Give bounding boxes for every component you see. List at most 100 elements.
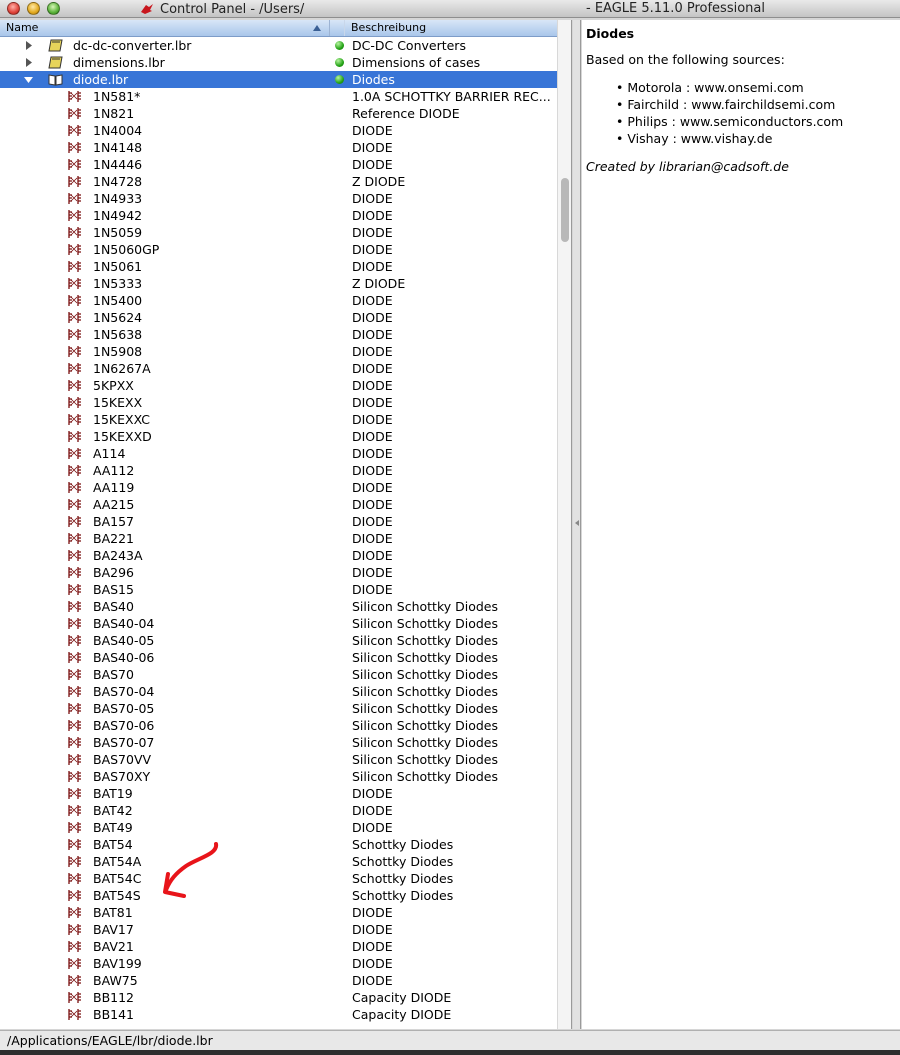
tree-row-device[interactable]: 1N581* 1.0A SCHOTTKY BARRIER REC... <box>0 88 557 105</box>
tree-row-device[interactable]: BAV199 DIODE <box>0 955 557 972</box>
device-name: BAS70VV <box>93 752 152 767</box>
device-description: Silicon Schottky Diodes <box>352 752 498 767</box>
device-icon <box>68 788 81 799</box>
tree-row-device[interactable]: AA215 DIODE <box>0 496 557 513</box>
device-icon <box>68 941 81 952</box>
device-name: BAV199 <box>93 956 142 971</box>
tree-row-device[interactable]: BAS40-05 Silicon Schottky Diodes <box>0 632 557 649</box>
close-window-button[interactable] <box>7 2 20 15</box>
device-description: DIODE <box>352 786 393 801</box>
tree-row-device[interactable]: 15KEXX DIODE <box>0 394 557 411</box>
tree-row-device[interactable]: BAV21 DIODE <box>0 938 557 955</box>
column-header-description[interactable]: Beschreibung <box>344 20 426 36</box>
device-name: 1N5333 <box>93 276 143 291</box>
tree-row-device[interactable]: BAS70XY Silicon Schottky Diodes <box>0 768 557 785</box>
tree-row-device[interactable]: BAT54C Schottky Diodes <box>0 870 557 887</box>
device-description: DIODE <box>352 259 393 274</box>
device-name: BA157 <box>93 514 134 529</box>
tree-row-device[interactable]: BAS40-04 Silicon Schottky Diodes <box>0 615 557 632</box>
tree-row-device[interactable]: 1N821 Reference DIODE <box>0 105 557 122</box>
tree-row-device[interactable]: BB141 Capacity DIODE <box>0 1006 557 1023</box>
tree-row-device[interactable]: 1N5061 DIODE <box>0 258 557 275</box>
tree-row-library[interactable]: dc-dc-converter.lbr DC-DC Converters <box>0 37 557 54</box>
tree-row-device[interactable]: 1N6267A DIODE <box>0 360 557 377</box>
tree-row-device[interactable]: A114 DIODE <box>0 445 557 462</box>
tree-row-device[interactable]: 1N5060GP DIODE <box>0 241 557 258</box>
tree-row-device[interactable]: BAS40 Silicon Schottky Diodes <box>0 598 557 615</box>
library-name: dc-dc-converter.lbr <box>73 38 192 53</box>
tree-row-device[interactable]: 1N4728 Z DIODE <box>0 173 557 190</box>
tree-row-library[interactable]: diode.lbr Diodes <box>0 71 557 88</box>
tree-row-device[interactable]: BAS70-05 Silicon Schottky Diodes <box>0 700 557 717</box>
column-header-name[interactable]: Name <box>0 20 330 36</box>
minimize-window-button[interactable] <box>27 2 40 15</box>
device-description: DIODE <box>352 939 393 954</box>
tree-row-device[interactable]: AA119 DIODE <box>0 479 557 496</box>
device-description: Silicon Schottky Diodes <box>352 650 498 665</box>
tree-row-device[interactable]: 5KPXX DIODE <box>0 377 557 394</box>
zoom-window-button[interactable] <box>47 2 60 15</box>
pane-splitter[interactable] <box>573 20 581 1029</box>
annotation-arrow-icon <box>163 842 219 898</box>
tree-row-device[interactable]: BAT81 DIODE <box>0 904 557 921</box>
tree-row-device[interactable]: 1N4446 DIODE <box>0 156 557 173</box>
device-icon <box>68 278 81 289</box>
tree-row-device[interactable]: BA296 DIODE <box>0 564 557 581</box>
tree-row-device[interactable]: BAS40-06 Silicon Schottky Diodes <box>0 649 557 666</box>
tree-row-device[interactable]: BAS70-04 Silicon Schottky Diodes <box>0 683 557 700</box>
tree-row-device[interactable]: BAS70-07 Silicon Schottky Diodes <box>0 734 557 751</box>
tree-row-device[interactable]: BAT54A Schottky Diodes <box>0 853 557 870</box>
device-description: DIODE <box>352 378 393 393</box>
tree-row-device[interactable]: 1N5059 DIODE <box>0 224 557 241</box>
tree-row-device[interactable]: 15KEXXD DIODE <box>0 428 557 445</box>
tree-row-device[interactable]: BAT42 DIODE <box>0 802 557 819</box>
tree-row-device[interactable]: BAT54S Schottky Diodes <box>0 887 557 904</box>
device-description: DIODE <box>352 565 393 580</box>
device-icon <box>68 295 81 306</box>
device-name: BAS70 <box>93 667 134 682</box>
disclosure-expanded-icon[interactable] <box>24 75 33 84</box>
tree-row-device[interactable]: BAW75 DIODE <box>0 972 557 989</box>
device-description: Schottky Diodes <box>352 837 454 852</box>
tree-row-device[interactable]: 1N4933 DIODE <box>0 190 557 207</box>
tree-row-device[interactable]: 1N4942 DIODE <box>0 207 557 224</box>
tree-row-device[interactable]: BAS70-06 Silicon Schottky Diodes <box>0 717 557 734</box>
tree-row-device[interactable]: 1N5908 DIODE <box>0 343 557 360</box>
device-name: BAT81 <box>93 905 133 920</box>
tree-row-device[interactable]: BAT49 DIODE <box>0 819 557 836</box>
device-name: BAT54S <box>93 888 141 903</box>
tree-row-device[interactable]: BAS15 DIODE <box>0 581 557 598</box>
tree-row-device[interactable]: BA221 DIODE <box>0 530 557 547</box>
device-description: DIODE <box>352 361 393 376</box>
tree-row-library[interactable]: dimensions.lbr Dimensions of cases <box>0 54 557 71</box>
tree-row-device[interactable]: 1N5333 Z DIODE <box>0 275 557 292</box>
tree-row-device[interactable]: 15KEXXC DIODE <box>0 411 557 428</box>
device-icon <box>68 992 81 1003</box>
library-author: Created by librarian@cadsoft.de <box>586 159 789 174</box>
tree-row-device[interactable]: 1N5400 DIODE <box>0 292 557 309</box>
tree-row-device[interactable]: BAT54 Schottky Diodes <box>0 836 557 853</box>
tree-row-device[interactable]: 1N5638 DIODE <box>0 326 557 343</box>
tree-row-device[interactable]: BAV17 DIODE <box>0 921 557 938</box>
tree-row-device[interactable]: BA243A DIODE <box>0 547 557 564</box>
tree-row-device[interactable]: BAS70VV Silicon Schottky Diodes <box>0 751 557 768</box>
device-icon <box>68 652 81 663</box>
tree-row-device[interactable]: BAT19 DIODE <box>0 785 557 802</box>
tree-row-device[interactable]: 1N5624 DIODE <box>0 309 557 326</box>
device-icon <box>68 1009 81 1020</box>
tree-row-device[interactable]: BB112 Capacity DIODE <box>0 989 557 1006</box>
device-name: BAS70-04 <box>93 684 155 699</box>
device-name: 1N5400 <box>93 293 143 308</box>
tree-row-device[interactable]: BAS70 Silicon Schottky Diodes <box>0 666 557 683</box>
disclosure-collapsed-icon[interactable] <box>24 58 33 67</box>
tree-row-device[interactable]: 1N4004 DIODE <box>0 122 557 139</box>
tree-row-device[interactable]: AA112 DIODE <box>0 462 557 479</box>
device-name: BAS70-05 <box>93 701 155 716</box>
scrollbar-thumb[interactable] <box>561 178 569 242</box>
tree-row-device[interactable]: BA157 DIODE <box>0 513 557 530</box>
vertical-scrollbar[interactable] <box>557 20 571 1029</box>
tree-row-device[interactable]: 1N4148 DIODE <box>0 139 557 156</box>
disclosure-collapsed-icon[interactable] <box>24 41 33 50</box>
device-icon <box>68 176 81 187</box>
device-icon <box>68 363 81 374</box>
